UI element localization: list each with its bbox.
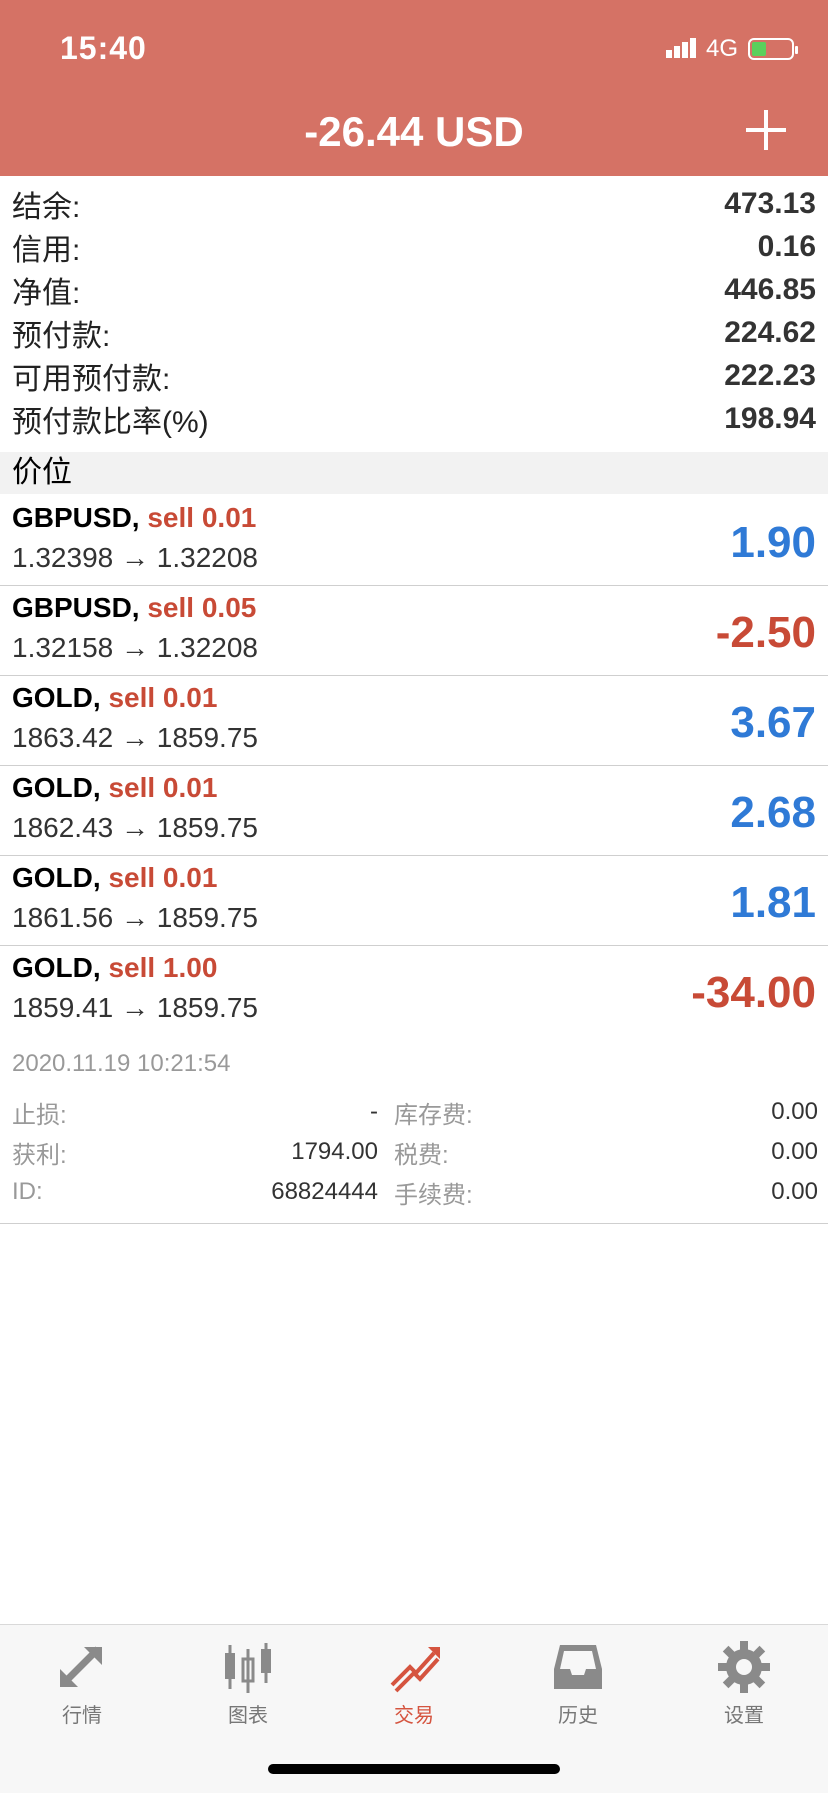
position-profit: 2.68 xyxy=(730,788,816,837)
home-indicator[interactable] xyxy=(268,1764,560,1774)
summary-row-margin-level: 预付款比率(%) 198.94 xyxy=(0,397,828,440)
summary-row-equity: 净值: 446.85 xyxy=(0,268,828,311)
position-profit: 1.90 xyxy=(730,518,816,567)
position-side: sell 0.05 xyxy=(147,592,257,623)
position-symbol: GOLD, xyxy=(12,862,101,893)
detail-value: 0.00 xyxy=(771,1138,818,1165)
detail-value: 0.00 xyxy=(771,1178,818,1205)
position-row[interactable]: GBPUSD, sell 0.01 1.32398 → 1.32208 1.90 xyxy=(0,496,828,586)
detail-value: 68824444 xyxy=(271,1178,378,1205)
position-row[interactable]: GOLD, sell 0.01 1861.56 → 1859.75 1.81 xyxy=(0,856,828,946)
battery-icon xyxy=(748,38,798,60)
position-side: sell 0.01 xyxy=(108,862,218,893)
top-bar: 15:40 4G -26.44 USD xyxy=(0,0,828,176)
position-symbol: GBPUSD, xyxy=(12,502,140,533)
detail-label: ID: xyxy=(12,1178,43,1205)
status-time: 15:40 xyxy=(60,30,147,66)
position-symbol: GOLD, xyxy=(12,682,101,713)
position-profit: -2.50 xyxy=(715,608,816,657)
summary-label: 信用: xyxy=(12,233,81,267)
summary-value: 0.16 xyxy=(757,229,816,263)
position-row[interactable]: GOLD, sell 0.01 1862.43 → 1859.75 2.68 xyxy=(0,766,828,856)
tab-label: 设置 xyxy=(724,1705,764,1727)
position-open-time: 2020.11.19 10:21:54 xyxy=(12,1050,231,1077)
position-side: sell 0.01 xyxy=(108,772,218,803)
gear-icon xyxy=(718,1641,770,1693)
position-prices: 1.32398 → 1.32208 xyxy=(12,542,258,573)
summary-label: 预付款比率(%) xyxy=(12,405,209,439)
status-indicators: 4G xyxy=(665,34,798,64)
summary-row-free-margin: 可用预付款: 222.23 xyxy=(0,354,828,397)
tab-label: 图表 xyxy=(228,1705,268,1727)
section-header-positions: 价位 xyxy=(0,452,828,494)
summary-label: 结余: xyxy=(12,190,81,224)
detail-value: 0.00 xyxy=(771,1098,818,1125)
tab-label: 交易 xyxy=(394,1705,434,1727)
detail-label: 手续费: xyxy=(394,1181,473,1209)
detail-label: 税费: xyxy=(394,1141,449,1169)
detail-label: 止损: xyxy=(12,1101,67,1129)
tab-label: 历史 xyxy=(558,1705,598,1727)
summary-value: 198.94 xyxy=(724,401,816,435)
detail-label: 库存费: xyxy=(394,1101,473,1129)
summary-label: 预付款: xyxy=(12,319,111,353)
summary-label: 净值: xyxy=(12,276,81,310)
position-side: sell 0.01 xyxy=(108,682,218,713)
position-row[interactable]: GOLD, sell 0.01 1863.42 → 1859.75 3.67 xyxy=(0,676,828,766)
detail-value: 1794.00 xyxy=(291,1138,378,1165)
quotes-arrows-icon xyxy=(60,1646,102,1687)
position-prices: 1863.42 → 1859.75 xyxy=(12,722,258,753)
detail-row: 止损: - 库存费: 0.00 xyxy=(12,1092,818,1132)
position-prices: 1859.41 → 1859.75 xyxy=(12,992,258,1023)
candlestick-chart-icon xyxy=(225,1643,271,1693)
trade-trend-icon xyxy=(390,1647,440,1693)
tab-trade[interactable]: 交易 xyxy=(354,1639,474,1728)
summary-row-balance: 结余: 473.13 xyxy=(0,182,828,225)
summary-row-credit: 信用: 0.16 xyxy=(0,225,828,268)
position-row-expanded[interactable]: GOLD, sell 1.00 1859.41 → 1859.75 -34.00… xyxy=(0,946,828,1224)
tab-history[interactable]: 历史 xyxy=(518,1639,638,1728)
summary-value: 224.62 xyxy=(724,315,816,349)
history-inbox-icon xyxy=(554,1645,602,1689)
position-profit: 1.81 xyxy=(730,878,816,927)
tab-settings[interactable]: 设置 xyxy=(684,1639,804,1728)
tab-chart[interactable]: 图表 xyxy=(188,1639,308,1728)
summary-value: 446.85 xyxy=(724,272,816,306)
position-row[interactable]: GBPUSD, sell 0.05 1.32158 → 1.32208 -2.5… xyxy=(0,586,828,676)
summary-value: 473.13 xyxy=(724,186,816,220)
plus-icon[interactable] xyxy=(744,108,788,152)
summary-value: 222.23 xyxy=(724,358,816,392)
position-profit: -34.00 xyxy=(691,968,816,1017)
detail-row: ID: 68824444 手续费: 0.00 xyxy=(12,1172,818,1212)
total-profit-title: -26.44 USD xyxy=(304,108,524,155)
summary-row-margin: 预付款: 224.62 xyxy=(0,311,828,354)
detail-row: 获利: 1794.00 税费: 0.00 xyxy=(12,1132,818,1172)
position-symbol: GOLD, xyxy=(12,952,101,983)
detail-label: 获利: xyxy=(12,1141,67,1169)
account-summary: 结余: 473.13 信用: 0.16 净值: 446.85 预付款: 224.… xyxy=(0,182,828,440)
summary-label: 可用预付款: xyxy=(12,362,171,396)
position-symbol: GBPUSD, xyxy=(12,592,140,623)
tab-quotes[interactable]: 行情 xyxy=(22,1639,142,1728)
tab-label: 行情 xyxy=(62,1705,102,1727)
network-type: 4G xyxy=(705,35,738,62)
position-side: sell 1.00 xyxy=(108,952,218,983)
positions-list: GBPUSD, sell 0.01 1.32398 → 1.32208 1.90… xyxy=(0,496,828,1224)
detail-value: - xyxy=(370,1098,378,1125)
position-side: sell 0.01 xyxy=(147,502,257,533)
position-profit: 3.67 xyxy=(730,698,816,747)
position-symbol: GOLD, xyxy=(12,772,101,803)
position-prices: 1861.56 → 1859.75 xyxy=(12,902,258,933)
position-prices: 1.32158 → 1.32208 xyxy=(12,632,258,663)
position-prices: 1862.43 → 1859.75 xyxy=(12,812,258,843)
position-details: 止损: - 库存费: 0.00 获利: 1794.00 税费: 0.00 ID:… xyxy=(12,1092,818,1212)
cellular-signal-icon xyxy=(665,38,696,58)
